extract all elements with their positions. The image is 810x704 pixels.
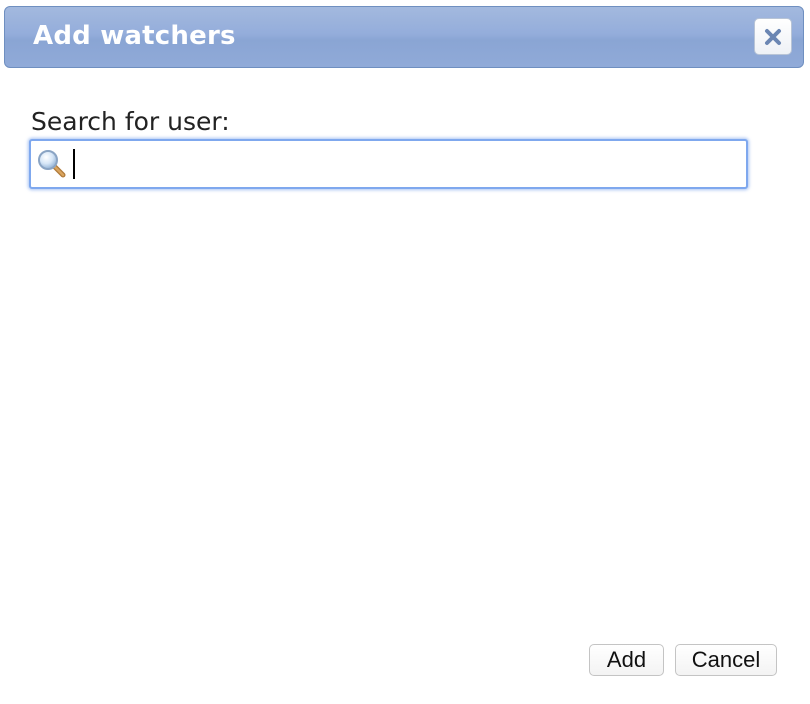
magnifier-icon: [38, 150, 66, 178]
text-caret: [73, 149, 75, 179]
close-button[interactable]: [754, 18, 792, 55]
add-button[interactable]: Add: [589, 644, 664, 676]
dialog-titlebar: Add watchers: [4, 6, 804, 68]
search-label: Search for user:: [31, 107, 230, 136]
add-watchers-dialog: Add watchers Search for user: Add Cancel: [0, 0, 810, 704]
dialog-title: Add watchers: [33, 21, 236, 51]
search-field[interactable]: [29, 139, 748, 189]
search-input[interactable]: [71, 146, 743, 182]
close-icon: [765, 29, 781, 45]
cancel-button[interactable]: Cancel: [675, 644, 777, 676]
